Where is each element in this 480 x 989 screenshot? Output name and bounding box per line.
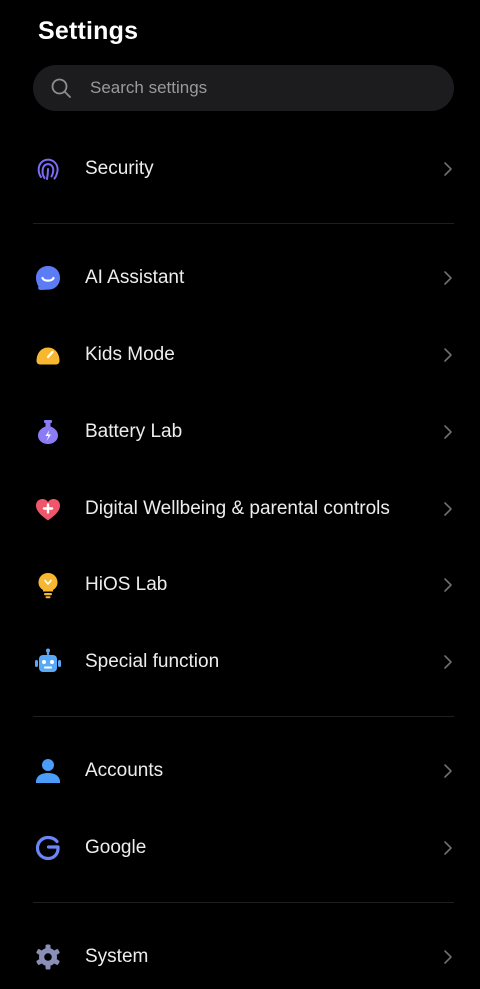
settings-item-system[interactable]: System [0, 925, 480, 989]
chevron-right-icon [440, 161, 456, 177]
settings-item-label: Digital Wellbeing & parental controls [85, 498, 390, 519]
divider [33, 716, 454, 717]
settings-item-hios-lab[interactable]: HiOS Lab [0, 553, 480, 617]
kids-mode-icon [33, 340, 63, 370]
lightbulb-icon [33, 570, 63, 600]
divider [33, 902, 454, 903]
chevron-right-icon [440, 501, 456, 517]
settings-item-label: Security [85, 158, 154, 179]
settings-item-label: AI Assistant [85, 267, 185, 288]
search-bar[interactable]: Search settings [33, 65, 454, 111]
divider [33, 223, 454, 224]
settings-item-label: System [85, 946, 149, 967]
chevron-right-icon [440, 270, 456, 286]
settings-item-label: Special function [85, 651, 220, 672]
settings-item-security[interactable]: Security [0, 137, 480, 201]
settings-item-label: Kids Mode [85, 344, 175, 365]
gear-icon [33, 942, 63, 972]
search-icon [50, 77, 72, 99]
settings-item-label: Google [85, 837, 147, 858]
settings-item-label: Accounts [85, 760, 164, 781]
heart-plus-icon [33, 494, 63, 524]
settings-item-digital-wellbeing[interactable]: Digital Wellbeing & parental controls [0, 477, 480, 541]
chevron-right-icon [440, 347, 456, 363]
chevron-right-icon [440, 949, 456, 965]
settings-item-label: Battery Lab [85, 421, 183, 442]
person-icon [33, 756, 63, 786]
chevron-right-icon [440, 424, 456, 440]
settings-item-battery-lab[interactable]: Battery Lab [0, 400, 480, 464]
page-title: Settings [38, 17, 139, 45]
battery-lab-icon [33, 417, 63, 447]
settings-item-ai-assistant[interactable]: AI Assistant [0, 246, 480, 310]
settings-item-special-function[interactable]: Special function [0, 630, 480, 694]
fingerprint-icon [33, 154, 63, 184]
settings-item-accounts[interactable]: Accounts [0, 739, 480, 803]
chevron-right-icon [440, 577, 456, 593]
settings-item-label: HiOS Lab [85, 574, 168, 595]
settings-item-google[interactable]: Google [0, 816, 480, 880]
chevron-right-icon [440, 840, 456, 856]
google-g-icon [33, 833, 63, 863]
ai-assistant-icon [33, 263, 63, 293]
settings-item-kids-mode[interactable]: Kids Mode [0, 323, 480, 387]
robot-icon [33, 647, 63, 677]
chevron-right-icon [440, 763, 456, 779]
search-input[interactable]: Search settings [90, 65, 207, 111]
chevron-right-icon [440, 654, 456, 670]
